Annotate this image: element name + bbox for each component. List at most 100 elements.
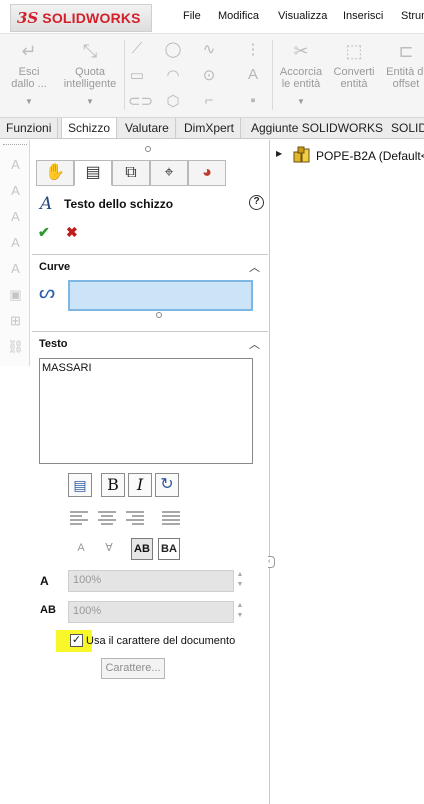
tree-root-label[interactable]: POPE-B2A (Default<: [316, 149, 424, 163]
toolbar-grip[interactable]: [3, 144, 27, 146]
chevron-down-icon[interactable]: ▼: [276, 96, 326, 108]
smart-dimension-button[interactable]: ⤡ Quota intelligente ▼: [60, 40, 120, 108]
align-left-button[interactable]: [70, 511, 88, 525]
chevron-up-icon[interactable]: ︿: [249, 336, 260, 352]
solidworks-logo[interactable]: 3S SOLIDWORKS: [10, 4, 152, 32]
menu-view[interactable]: Visualizza: [278, 10, 327, 22]
lock-icon[interactable]: ▣: [7, 286, 24, 303]
curves-group-header[interactable]: Curve ︿: [32, 254, 268, 278]
property-manager-header: A Testo dello schizzo ?: [38, 194, 264, 214]
grid-icon[interactable]: ⋮: [244, 40, 262, 58]
chevron-down-icon[interactable]: ▼: [6, 96, 52, 108]
ribbon-separator: [272, 40, 273, 110]
text-group-header[interactable]: Testo ︿: [32, 331, 268, 355]
tab-dimxpert[interactable]: DimXpert: [178, 118, 242, 138]
grid-icon[interactable]: ⊞: [7, 312, 24, 329]
exit-sketch-button[interactable]: ↵ Esci dallo ... ▼: [6, 40, 52, 108]
width-factor-input[interactable]: 100%: [68, 570, 234, 592]
list-resize-handle[interactable]: [156, 312, 162, 318]
expand-arrow-icon[interactable]: ▶: [276, 149, 282, 158]
convert-entities-button[interactable]: ⬚ Converti entità: [330, 40, 378, 90]
rotate-button[interactable]: ↻: [155, 473, 179, 497]
font-button[interactable]: Carattere...: [101, 658, 165, 679]
ds-logo-mark: 3S: [17, 9, 39, 27]
line-icon[interactable]: ⟋: [128, 40, 146, 57]
flip-vertical-up-button[interactable]: A: [70, 538, 92, 560]
bold-button[interactable]: B: [101, 473, 125, 497]
fillet-icon[interactable]: ⌐: [200, 92, 218, 109]
text-tool-icon[interactable]: A: [7, 182, 24, 199]
polygon-icon[interactable]: ⬡: [164, 92, 182, 110]
menu-edit[interactable]: Modifica: [218, 10, 259, 22]
flip-vertical-down-button[interactable]: ∀: [98, 538, 120, 560]
property-manager-tab[interactable]: ▤: [74, 160, 112, 186]
arc-icon[interactable]: ◠: [164, 66, 182, 84]
tab-solidworks-addins[interactable]: Aggiunte SOLIDWORKS: [245, 118, 391, 138]
tab-features[interactable]: Funzioni: [0, 118, 59, 138]
tab-sketch[interactable]: Schizzo: [61, 118, 118, 138]
spline-icon[interactable]: ∿: [200, 40, 218, 58]
tab-solidworks-more[interactable]: SOLID: [385, 118, 424, 138]
menu-file[interactable]: File: [183, 10, 201, 22]
italic-button[interactable]: I: [128, 473, 152, 497]
feature-manager-tab[interactable]: ✋: [36, 160, 74, 186]
offset-entities-button[interactable]: ⊏ Entità di offset: [384, 40, 424, 90]
left-toolbar-strip: A A A A A ▣ ⊞ ⛓: [0, 140, 30, 366]
align-center-button[interactable]: [98, 511, 116, 525]
use-document-font-checkbox[interactable]: ✓: [70, 634, 83, 647]
text-input[interactable]: MASSARI: [39, 358, 253, 464]
manager-tabs: ✋ ▤ ⧉ ⌖ ◕: [36, 160, 264, 186]
align-right-button[interactable]: [126, 511, 144, 525]
justify-button[interactable]: [162, 511, 180, 525]
flip-horizontal-reverse-button[interactable]: BA: [158, 538, 180, 560]
text-group-title: Testo: [39, 338, 68, 350]
text-tool-icon[interactable]: A: [7, 156, 24, 173]
trim-label-2: le entità: [281, 78, 321, 90]
menu-insert[interactable]: Inserisci: [343, 10, 383, 22]
curves-selection-box[interactable]: [68, 280, 253, 311]
configuration-icon: ⧉: [125, 164, 137, 181]
chevron-up-icon[interactable]: ︿: [249, 259, 260, 275]
title-bar: 3S SOLIDWORKS File Modifica Visualizza I…: [0, 0, 424, 34]
page-title: Testo dello schizzo: [64, 197, 174, 211]
hand-icon: ✋: [45, 164, 65, 181]
configuration-manager-tab[interactable]: ⧉: [112, 160, 150, 186]
text-tool-icon[interactable]: A: [7, 234, 24, 251]
panel-collapse-handle[interactable]: ‹: [268, 556, 275, 568]
ok-button[interactable]: ✔: [38, 224, 50, 241]
dimxpert-manager-tab[interactable]: ⌖: [150, 160, 188, 186]
menu-tools[interactable]: Strum: [401, 10, 424, 22]
spacing-stepper[interactable]: ▲ ▼: [235, 601, 245, 623]
trim-entities-button[interactable]: ✂ Accorcia le entità ▼: [276, 40, 326, 108]
chevron-down-icon[interactable]: ▼: [60, 96, 120, 108]
link-icon[interactable]: ⛓: [7, 338, 24, 355]
slot-icon[interactable]: ⊂⊃: [128, 92, 153, 110]
rotate-icon: ↻: [160, 476, 174, 493]
crosshair-icon: ⌖: [164, 164, 174, 181]
color-wheel-icon: ◕: [202, 164, 212, 181]
text-tool-icon[interactable]: A: [7, 260, 24, 277]
cancel-button[interactable]: ✖: [66, 224, 78, 241]
sketch-text-icon[interactable]: A: [244, 66, 262, 83]
tab-evaluate[interactable]: Valutare: [119, 118, 176, 138]
circle-icon[interactable]: ◯: [164, 40, 182, 58]
spacing-input[interactable]: 100%: [68, 601, 234, 623]
ellipse-icon[interactable]: ⊙: [200, 66, 218, 84]
exit-sketch-label-2: dallo ...: [11, 78, 47, 90]
rectangle-icon[interactable]: ▭: [128, 66, 146, 84]
width-factor-stepper[interactable]: ▲ ▼: [235, 570, 245, 592]
text-tool-icon[interactable]: A: [7, 208, 24, 225]
smart-dimension-label-2: intelligente: [63, 78, 117, 90]
property-manager: ✋ ▤ ⧉ ⌖ ◕ A Testo dello schizzo ? ✔ ✖ Cu…: [32, 140, 270, 804]
trim-icon: ✂: [293, 41, 309, 61]
help-button[interactable]: ?: [249, 195, 264, 210]
command-manager-ribbon: ↵ Esci dallo ... ▼ ⤡ Quota intelligente …: [0, 34, 424, 118]
display-manager-tab[interactable]: ◕: [188, 160, 226, 186]
spacing-icon: AB: [40, 604, 56, 616]
brand-name: SOLIDWORKS: [42, 10, 141, 26]
flip-horizontal-button[interactable]: AB: [131, 538, 153, 560]
splitter-handle[interactable]: [145, 146, 151, 152]
point-icon[interactable]: ▪: [244, 92, 262, 109]
link-to-property-button[interactable]: ▤: [68, 473, 92, 497]
command-manager-tabs: Funzioni Schizzo Valutare DimXpert Aggiu…: [0, 118, 424, 139]
